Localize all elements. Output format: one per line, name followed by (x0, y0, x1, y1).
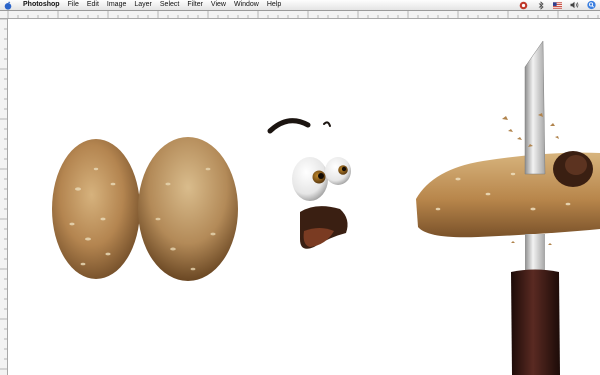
vertical-ruler[interactable] (0, 19, 8, 375)
menu-select[interactable]: Select (156, 0, 183, 10)
bluetooth-icon[interactable] (536, 0, 545, 10)
app-status-icon[interactable] (519, 1, 528, 10)
bread-bun-back (52, 139, 140, 279)
menu-window[interactable]: Window (230, 0, 263, 10)
menu-help[interactable]: Help (263, 0, 285, 10)
menu-bar: Photoshop File Edit Image Layer Select F… (0, 0, 600, 11)
bread-character-head (138, 122, 357, 281)
menu-extras (519, 0, 596, 10)
left-eye (292, 157, 328, 201)
right-eye (325, 157, 351, 185)
bread-loaf (416, 151, 600, 238)
horizontal-ruler[interactable] (0, 11, 600, 19)
apple-menu-icon[interactable] (3, 0, 13, 10)
mouth (300, 206, 348, 249)
menu-app-name[interactable]: Photoshop (19, 0, 64, 10)
menu-edit[interactable]: Edit (83, 0, 103, 10)
menu-view[interactable]: View (207, 0, 230, 10)
volume-icon[interactable] (570, 1, 579, 10)
menu-filter[interactable]: Filter (183, 0, 207, 10)
search-icon[interactable] (587, 0, 596, 10)
menu-layer[interactable]: Layer (130, 0, 156, 10)
menu-file[interactable]: File (64, 0, 83, 10)
flag-us-icon[interactable] (553, 1, 562, 10)
eyebrow-small (323, 121, 331, 127)
document-canvas[interactable] (8, 19, 600, 375)
menu-image[interactable]: Image (103, 0, 130, 10)
